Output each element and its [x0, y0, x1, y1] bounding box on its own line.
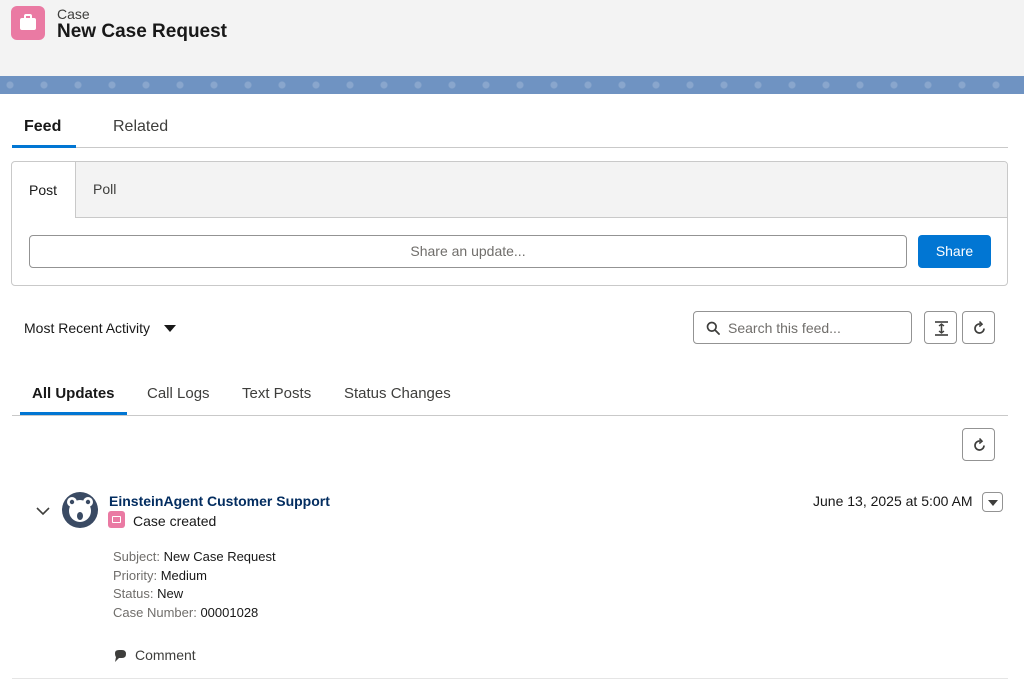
share-button[interactable]: Share — [918, 235, 991, 268]
feed-item-menu-button[interactable] — [982, 492, 1003, 512]
comment-label: Comment — [135, 647, 196, 663]
feed-search-input[interactable]: Search this feed... — [693, 311, 912, 344]
feed-action-text: Case created — [133, 513, 217, 529]
tab-related[interactable]: Related — [113, 118, 168, 136]
tab-text-posts[interactable]: Text Posts — [242, 385, 311, 402]
refresh-icon — [974, 437, 985, 451]
tab-all-updates[interactable]: All Updates — [32, 385, 115, 402]
tab-feed[interactable]: Feed — [24, 118, 61, 136]
sort-dropdown[interactable]: Most Recent Activity — [24, 320, 150, 336]
avatar[interactable] — [62, 492, 98, 528]
detail-label: Subject — [113, 549, 157, 564]
publisher-tabbar: Post Poll — [12, 162, 1007, 218]
search-icon — [706, 321, 720, 335]
detail-value: 00001028 — [200, 605, 259, 620]
publisher: Post Poll Share an update... Share — [11, 161, 1008, 286]
detail-value: Medium — [160, 568, 207, 583]
comment-icon — [115, 650, 126, 662]
feed-author-link[interactable]: EinsteinAgent Customer Support — [109, 493, 330, 509]
caret-down-icon[interactable] — [164, 325, 176, 332]
record-header: Case New Case Request — [0, 0, 1024, 76]
active-filter-indicator — [20, 412, 127, 415]
record-tabs: Feed Related — [12, 108, 1008, 148]
decorative-banner — [0, 76, 1024, 94]
tab-call-logs[interactable]: Call Logs — [147, 385, 210, 402]
tab-status-changes[interactable]: Status Changes — [344, 385, 451, 402]
briefcase-icon — [11, 6, 45, 40]
caret-down-icon — [988, 500, 998, 506]
expand-collapse-icon — [935, 321, 948, 336]
tab-post[interactable]: Post — [12, 162, 76, 218]
detail-subject: Subject: New Case Request — [113, 549, 276, 564]
detail-value: New Case Request — [163, 549, 276, 564]
feed-filter-tabs: All Updates Call Logs Text Posts Status … — [12, 375, 1008, 416]
refresh-icon — [974, 320, 985, 334]
object-type-label: Case — [57, 6, 90, 22]
einstein-bear-icon — [67, 497, 93, 522]
page-title: New Case Request — [57, 21, 228, 42]
detail-value: New — [157, 586, 184, 601]
divider — [12, 678, 1008, 679]
expand-collapse-button[interactable] — [924, 311, 957, 344]
detail-status: Status: New — [113, 586, 184, 601]
feed-refresh-button[interactable] — [962, 428, 995, 461]
refresh-button[interactable] — [962, 311, 995, 344]
detail-case-number: Case Number: 00001028 — [113, 605, 259, 620]
detail-label: Status — [113, 586, 150, 601]
detail-label: Priority — [113, 568, 154, 583]
case-icon — [108, 511, 125, 528]
detail-priority: Priority: Medium — [113, 568, 207, 583]
tab-poll[interactable]: Poll — [93, 181, 116, 197]
active-tab-indicator — [12, 145, 76, 148]
search-placeholder: Search this feed... — [728, 320, 841, 336]
chevron-down-icon[interactable] — [35, 505, 51, 517]
detail-label: Case Number — [113, 605, 194, 620]
feed-timestamp[interactable]: June 13, 2025 at 5:00 AM — [813, 493, 973, 509]
share-update-input[interactable]: Share an update... — [29, 235, 907, 268]
